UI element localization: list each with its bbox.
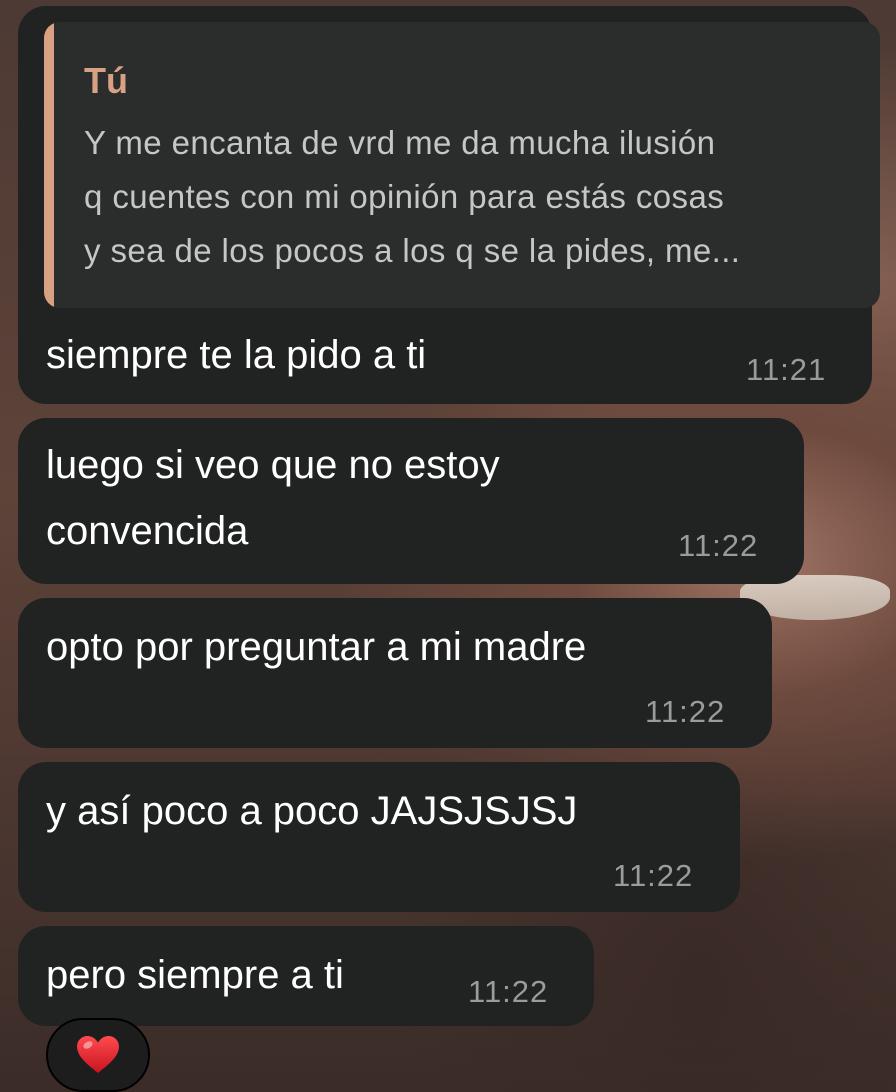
message-timestamp: 11:22 <box>645 694 726 729</box>
message-text: opto por preguntar a mi madre <box>46 625 587 669</box>
reply-author: Tú <box>84 60 128 101</box>
message-text: y así poco a poco JAJSJSJSJ <box>46 789 578 833</box>
message-bubble[interactable]: y así poco a poco JAJSJSJSJ 11:22 <box>18 762 740 912</box>
message-reaction[interactable] <box>46 1018 150 1092</box>
message-text: siempre te la pido a ti <box>46 333 427 377</box>
reply-text: Y me encanta de vrd me da mucha ilusión … <box>84 124 741 269</box>
message-bubble[interactable]: opto por preguntar a mi madre 11:22 <box>18 598 772 748</box>
message-text: pero siempre a ti <box>46 953 344 997</box>
reply-accent-bar <box>44 22 54 308</box>
message-bubble[interactable]: luego si veo que no estoy convencida 11:… <box>18 418 804 584</box>
message-timestamp: 11:22 <box>468 974 549 1009</box>
message-timestamp: 11:22 <box>678 528 759 563</box>
message-timestamp: 11:21 <box>746 352 827 387</box>
message-text: luego si veo que no estoy convencida <box>46 443 500 553</box>
quoted-reply[interactable]: Tú Y me encanta de vrd me da mucha ilusi… <box>44 22 880 308</box>
message-bubble[interactable]: pero siempre a ti 11:22 <box>18 926 594 1026</box>
message-bubble[interactable]: Tú Y me encanta de vrd me da mucha ilusi… <box>18 6 880 404</box>
message-timestamp: 11:22 <box>613 858 694 893</box>
red-heart-icon <box>76 1035 120 1075</box>
